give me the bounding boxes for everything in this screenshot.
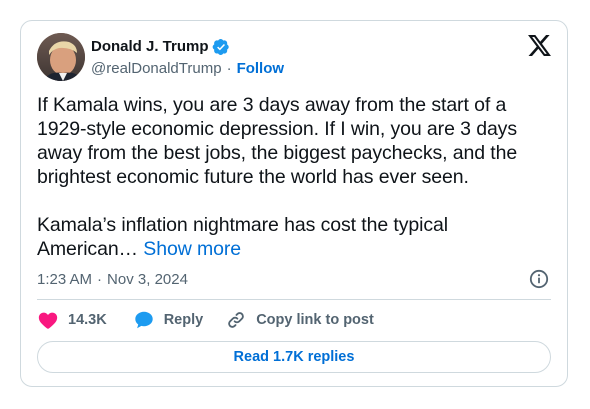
reply-button[interactable]: Reply <box>133 309 204 331</box>
x-logo-icon[interactable] <box>528 35 551 56</box>
tweet-body: If Kamala wins, you are 3 days away from… <box>37 94 518 260</box>
timestamp-separator: · <box>97 270 103 288</box>
action-bar: 14.3K Reply Copy link to post <box>37 309 374 331</box>
copy-link-label: Copy link to post <box>256 312 374 328</box>
handle-separator: · <box>226 60 232 77</box>
follow-button[interactable]: Follow <box>237 59 285 79</box>
tweet-card[interactable]: Donald J. Trump @realDonaldTrump · Follo… <box>20 20 568 387</box>
show-more-link[interactable]: Show more <box>143 238 241 260</box>
author-display-name[interactable]: Donald J. Trump <box>91 37 209 57</box>
divider <box>37 299 551 300</box>
speech-bubble-icon <box>134 311 153 329</box>
tweet-text: If Kamala wins, you are 3 days away from… <box>37 93 553 261</box>
avatar-portrait <box>37 33 85 81</box>
like-button[interactable]: 14.3K <box>37 309 107 331</box>
author-block: Donald J. Trump @realDonaldTrump · Follo… <box>91 37 284 79</box>
tweet-time: 1:23 AM <box>37 270 93 288</box>
copy-link-button[interactable]: Copy link to post <box>225 309 374 331</box>
heart-icon <box>38 312 58 329</box>
tweet-date: Nov 3, 2024 <box>107 270 188 288</box>
reply-label: Reply <box>163 312 204 328</box>
read-replies-button[interactable]: Read 1.7K replies <box>37 341 551 373</box>
info-icon[interactable] <box>529 269 549 289</box>
verified-badge-icon <box>212 38 230 56</box>
avatar[interactable] <box>37 33 85 81</box>
tweet-timestamp[interactable]: 1:23 AM · Nov 3, 2024 <box>37 269 188 289</box>
link-icon <box>228 312 245 328</box>
like-count: 14.3K <box>68 312 107 328</box>
author-handle[interactable]: @realDonaldTrump <box>91 59 222 79</box>
